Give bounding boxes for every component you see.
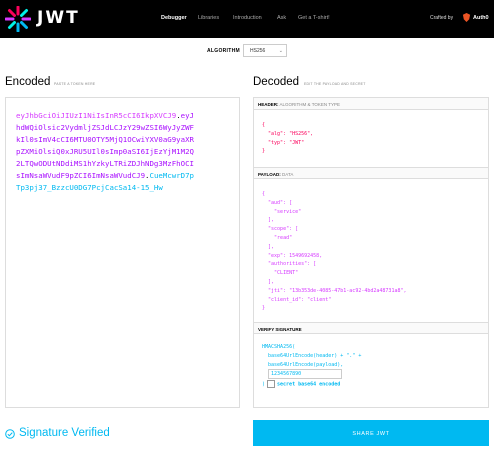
jwt-logo-icon[interactable]: [5, 6, 31, 32]
payload-section-title: PAYLOAD: DATA: [254, 167, 488, 179]
decoded-title: Decoded: [253, 76, 300, 88]
signature-status: Signature Verified: [19, 427, 110, 439]
algorithm-value: HS256: [250, 48, 266, 54]
encoded-title: Encoded: [5, 76, 51, 88]
decoded-subtitle: EDIT THE PAYLOAD AND SECRET: [304, 82, 366, 86]
token-signature-segment: CueMcwrD7p: [149, 171, 195, 180]
header-section-title: HEADER: ALGORITHM & TOKEN TYPE: [254, 98, 488, 110]
encoded-line: kIl0sImV4cCI6MTU0OTY5MjQ1OCwiYXV0aG9yaXR: [16, 134, 231, 146]
algorithm-label: ALGORITHM: [207, 48, 240, 54]
nav-ask[interactable]: Ask: [277, 15, 286, 21]
auth0-shield-icon[interactable]: [462, 13, 471, 22]
token-signature-segment: Tp3pj37_BzzcU0DG7PcjCacSa14-15_Hw: [16, 183, 163, 192]
header-section-sub: ALGORITHM & TOKEN TYPE: [279, 102, 341, 107]
share-jwt-button[interactable]: SHARE JWT: [253, 420, 489, 446]
verify-line-2: base64UrlEncode(header) + "." +: [262, 352, 362, 359]
encoded-token-textarea[interactable]: eyJhbGciOiJIUzI1NiIsInR5cCI6IkpXVCJ9.eyJ…: [5, 97, 240, 408]
encoded-line: hdWQiOlsic2VydmljZSJdLCJzY29wZSI6WyJyZWF: [16, 122, 231, 134]
nav-debugger[interactable]: Debugger: [161, 15, 187, 21]
nav-tshirt[interactable]: Get a T-shirt!: [298, 15, 330, 21]
base64-checkbox[interactable]: [267, 379, 276, 388]
decoded-panel: HEADER: ALGORITHM & TOKEN TYPE { "alg": …: [253, 97, 489, 408]
verify-line-1: HMACSHA256(: [262, 344, 296, 350]
verify-line-3: base64UrlEncode(payload),: [262, 361, 344, 368]
verify-section-title: VERIFY SIGNATURE: [254, 322, 488, 334]
token-payload-segment: kIl0sImV4cCI6MTU0OTY5MjQ1OCwiYXV0aG9yaXR: [16, 135, 194, 144]
algorithm-select[interactable]: HS256 ⌄: [243, 44, 287, 57]
secret-base64-label: secret base64 encoded: [277, 381, 341, 388]
token-payload-segment: sImNsaWVudF9pZCI6ImNsaWVudCJ9: [16, 171, 146, 180]
verify-close-paren: ): [262, 381, 266, 388]
nav-introduction[interactable]: Introduction: [233, 15, 262, 21]
token-header-segment: eyJhbGciOiJIUzI1NiIsInR5cCI6IkpXVCJ9: [16, 111, 177, 120]
header-json-editor[interactable]: { "alg": "HS256", "typ": "JWT" }: [262, 121, 313, 156]
encoded-line: 2LTQwODUtNDdiMS1hYzkyLTRiZDJhNDg3MzFhOCI: [16, 158, 231, 170]
token-payload-segment: pZXMiOlsiQ0xJRU5UIl0sImp0aSI6IjEzYjM1M2Q: [16, 147, 194, 156]
chevron-down-icon: ⌄: [278, 48, 283, 54]
encoded-line: eyJhbGciOiJIUzI1NiIsInR5cCI6IkpXVCJ9.eyJ: [16, 110, 231, 122]
secret-input[interactable]: 1234567890: [268, 369, 343, 380]
top-navbar: JWT Debugger Libraries Introduction Ask …: [0, 0, 494, 38]
token-payload-segment: eyJ: [180, 111, 194, 120]
auth0-brand[interactable]: Auth0: [473, 15, 489, 21]
encoded-subtitle: PASTE A TOKEN HERE: [54, 82, 96, 86]
logo-wordmark[interactable]: JWT: [37, 8, 80, 28]
encoded-token-text[interactable]: eyJhbGciOiJIUzI1NiIsInR5cCI6IkpXVCJ9.eyJ…: [16, 110, 231, 194]
crafted-by-label: Crafted by: [430, 15, 454, 21]
encoded-line: pZXMiOlsiQ0xJRU5UIl0sImp0aSI6IjEzYjM1M2Q: [16, 146, 231, 158]
verify-section-label: VERIFY SIGNATURE: [258, 327, 302, 332]
payload-section-sub: DATA: [282, 172, 294, 177]
nav-libraries[interactable]: Libraries: [198, 15, 219, 21]
payload-section-label: PAYLOAD:: [258, 172, 281, 177]
encoded-line: Tp3pj37_BzzcU0DG7PcjCacSa14-15_Hw: [16, 182, 231, 194]
verify-signature-code: HMACSHA256( base64UrlEncode(header) + ".…: [262, 343, 361, 389]
header-section-label: HEADER:: [258, 102, 279, 107]
check-circle-icon: [5, 429, 15, 439]
encoded-line: sImNsaWVudF9pZCI6ImNsaWVudCJ9.CueMcwrD7p: [16, 170, 231, 182]
payload-json-editor[interactable]: { "aud": [ "service" ], "scope": [ "read…: [262, 190, 407, 313]
token-payload-segment: 2LTQwODUtNDdiMS1hYzkyLTRiZDJhNDg3MzFhOCI: [16, 159, 194, 168]
token-payload-segment: hdWQiOlsic2VydmljZSJdLCJzY29wZSI6WyJyZWF: [16, 123, 194, 132]
